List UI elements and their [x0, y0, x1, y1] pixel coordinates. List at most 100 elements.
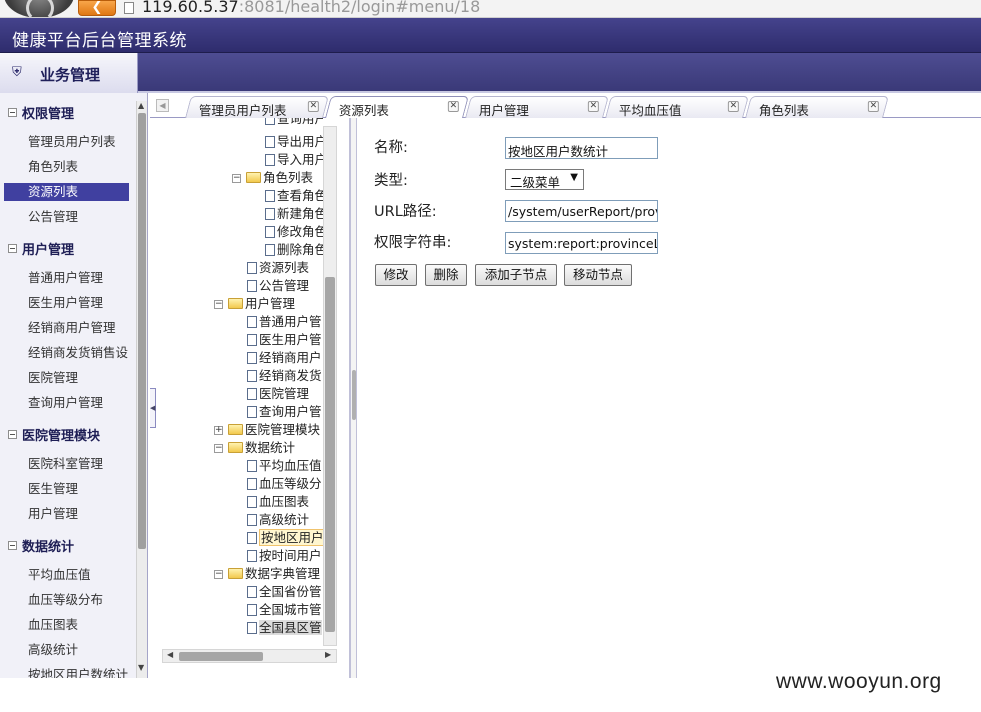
delete-button[interactable]: 删除 — [425, 264, 467, 286]
scroll-up-icon[interactable]: ▲ — [138, 101, 144, 110]
sidebar-section-hospital-module[interactable]: 医院管理模块 — [8, 425, 100, 444]
tree-node[interactable]: 公告管理 — [247, 277, 309, 295]
tree-node[interactable]: 平均血压值 — [247, 457, 322, 475]
collapse-node-icon[interactable]: − — [214, 300, 223, 309]
tree-node[interactable]: 全国省份管 — [247, 583, 322, 601]
tab-resources[interactable]: 资源列表 ✕ — [325, 96, 469, 118]
type-select[interactable]: 二级菜单 ▼ — [505, 169, 584, 190]
url-path: :8081/health2/login#menu/18 — [238, 0, 481, 16]
close-icon[interactable]: ✕ — [727, 101, 739, 112]
tree-node[interactable]: 导入用户 — [265, 151, 323, 169]
sidebar-scroll-thumb[interactable] — [138, 113, 146, 549]
tree-node-folder[interactable]: 医院管理模块 — [228, 421, 320, 439]
collapse-node-icon[interactable]: − — [232, 174, 241, 183]
splitter-grip[interactable] — [352, 370, 356, 420]
resource-form: 名称: 按地区用户数统计 类型: 二级菜单 ▼ URL路径: /system/us… — [358, 118, 981, 678]
sidebar-item-admin-users[interactable]: 管理员用户列表 — [4, 133, 129, 151]
sidebar-item-doctor-users[interactable]: 医生用户管理 — [4, 294, 129, 312]
tab-user-management[interactable]: 用户管理 ✕ — [465, 96, 609, 118]
close-icon[interactable]: ✕ — [587, 101, 599, 112]
scroll-right-icon[interactable]: ▶ — [325, 650, 331, 659]
tree-node[interactable]: 医生用户管 — [247, 331, 322, 349]
tree-node[interactable]: 经销商发货 — [247, 367, 322, 385]
edit-button[interactable]: 修改 — [375, 264, 417, 286]
tree-node-folder[interactable]: 数据统计 — [228, 439, 295, 457]
panel-splitter[interactable] — [350, 118, 357, 678]
scroll-down-icon[interactable]: ▼ — [138, 663, 144, 672]
sidebar-section-permissions[interactable]: 权限管理 — [8, 103, 74, 122]
name-field[interactable]: 按地区用户数统计 — [505, 137, 658, 159]
sidebar-item-bp-charts[interactable]: 血压图表 — [4, 616, 129, 634]
url-field[interactable]: 119.60.5.37:8081/health2/login#menu/18 — [142, 0, 480, 16]
tree-node[interactable]: 经销商用户 — [247, 349, 322, 367]
sidebar-item-dealer-users[interactable]: 经销商用户管理 — [4, 319, 129, 337]
tree-node[interactable]: 医院管理 — [247, 385, 309, 403]
sidebar-item-normal-users[interactable]: 普通用户管理 — [4, 269, 129, 287]
sidebar-item-bp-levels[interactable]: 血压等级分布 — [4, 591, 129, 609]
tree-node[interactable]: 导出用户 — [265, 133, 323, 151]
move-node-button[interactable]: 移动节点 — [564, 264, 632, 286]
tab-scroll-left-icon[interactable]: ◀ — [156, 99, 169, 112]
app-title: 健康平台后台管理系统 — [12, 31, 187, 51]
tree-horizontal-scrollbar[interactable]: ◀ ▶ — [162, 649, 337, 663]
tree-node[interactable]: 资源列表 — [247, 259, 309, 277]
tree-node[interactable]: 全国城市管 — [247, 601, 322, 619]
tree-node[interactable]: 新建角色 — [265, 205, 323, 223]
document-icon — [265, 135, 275, 148]
sidebar: 权限管理 管理员用户列表 角色列表 资源列表 公告管理 用户管理 普通用户管理 … — [0, 93, 148, 678]
tree-node[interactable]: 血压图表 — [247, 493, 309, 511]
collapse-icon — [8, 430, 17, 439]
tree-node[interactable]: 全国县区管 — [247, 619, 322, 637]
close-icon[interactable]: ✕ — [867, 101, 879, 112]
sidebar-item-query-users[interactable]: 查询用户管理 — [4, 394, 129, 412]
sidebar-item-resources[interactable]: 资源列表 — [4, 183, 129, 201]
sidebar-item-announcements[interactable]: 公告管理 — [4, 208, 129, 226]
add-child-node-button[interactable]: 添加子节点 — [475, 264, 557, 286]
sidebar-item-avg-bp[interactable]: 平均血压值 — [4, 566, 129, 584]
tree-vertical-scrollbar[interactable] — [323, 126, 337, 646]
tab-roles[interactable]: 角色列表 ✕ — [745, 96, 889, 118]
tree-node-folder[interactable]: 数据字典管理 — [228, 565, 320, 583]
sidebar-item-hospitals[interactable]: 医院管理 — [4, 369, 129, 387]
sidebar-item-hospital-users[interactable]: 用户管理 — [4, 505, 129, 523]
tab-avg-bp[interactable]: 平均血压值 ✕ — [605, 96, 749, 118]
sidebar-item-doctors[interactable]: 医生管理 — [4, 480, 129, 498]
tree-horizontal-scroll-thumb[interactable] — [179, 652, 263, 661]
close-icon[interactable]: ✕ — [307, 101, 319, 112]
sidebar-section-statistics[interactable]: 数据统计 — [8, 536, 74, 555]
sidebar-item-roles[interactable]: 角色列表 — [4, 158, 129, 176]
tree-node-folder[interactable]: 用户管理 — [228, 295, 295, 313]
url-path-field[interactable]: /system/userReport/provinceList — [505, 200, 658, 222]
sidebar-scrollbar[interactable]: ▲ ▼ — [136, 101, 147, 678]
folder-icon — [228, 568, 243, 579]
browser-menu-orb-icon[interactable] — [4, 0, 74, 17]
back-button[interactable]: ❮ — [78, 0, 116, 16]
tree-node[interactable]: 删除角色 — [265, 241, 323, 259]
tree-node[interactable]: 血压等级分 — [247, 475, 322, 493]
sidebar-section-users[interactable]: 用户管理 — [8, 239, 74, 258]
tab-admin-users[interactable]: 管理员用户列表 ✕ — [185, 96, 329, 118]
tree-node[interactable]: 普通用户管 — [247, 313, 322, 331]
tree-node[interactable]: 修改角色 — [265, 223, 323, 241]
sidebar-item-region-users[interactable]: 按地区用户数统计 — [4, 666, 129, 678]
sidebar-item-departments[interactable]: 医院科室管理 — [4, 455, 129, 473]
tree-node[interactable]: 按时间用户 — [247, 547, 322, 565]
tree-vertical-scroll-thumb[interactable] — [325, 277, 335, 632]
tree-node[interactable]: 高级统计 — [247, 511, 309, 529]
sidebar-item-dealer-shipping[interactable]: 经销商发货销售设 — [4, 344, 129, 362]
tree-node[interactable]: 查询用户 — [265, 118, 323, 128]
permission-string-field[interactable]: system:report:provinceList — [505, 232, 658, 254]
close-icon[interactable]: ✕ — [447, 101, 459, 112]
tree-node-selected[interactable]: 按地区用户 — [247, 529, 323, 547]
collapse-node-icon[interactable]: − — [214, 444, 223, 453]
expand-node-icon[interactable]: + — [214, 426, 223, 435]
document-icon — [247, 369, 257, 382]
resource-tree: 查询用户 导出用户 导入用户 − 角色列表 查看角色 新建角色 修改角色 删除角… — [150, 118, 323, 638]
tree-node[interactable]: 查询用户管 — [247, 403, 322, 421]
sidebar-item-advanced-stats[interactable]: 高级统计 — [4, 641, 129, 659]
tree-node-folder[interactable]: 角色列表 — [246, 169, 313, 187]
collapse-node-icon[interactable]: − — [214, 570, 223, 579]
tree-node[interactable]: 查看角色 — [265, 187, 323, 205]
module-header[interactable]: ⛨ 业务管理 — [0, 53, 138, 93]
scroll-left-icon[interactable]: ◀ — [167, 650, 173, 659]
